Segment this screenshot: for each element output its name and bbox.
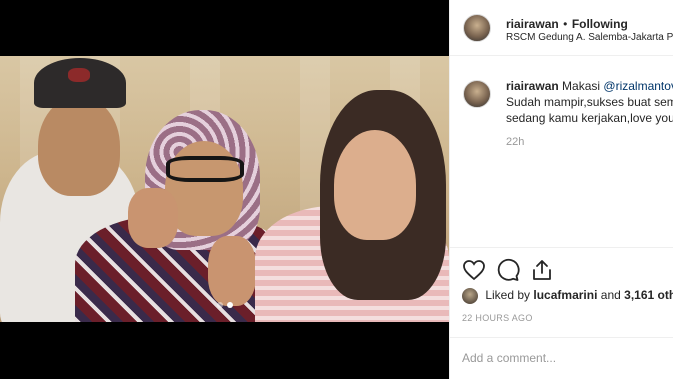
comment-time: 22h — [506, 136, 525, 148]
caption-line-3: sedang kamu kerjakan,love you 😊 — [506, 110, 673, 126]
caption-text: Makasi — [562, 79, 601, 93]
cap-logo — [68, 68, 90, 82]
heart-icon[interactable] — [462, 258, 486, 282]
post-photo[interactable] — [0, 56, 449, 322]
black-cap — [34, 58, 126, 108]
mention-link[interactable]: @rizalmantova — [603, 79, 673, 93]
author-username[interactable]: riairawan — [506, 17, 559, 31]
add-comment-bar — [450, 337, 673, 379]
smiling-woman-face — [334, 130, 416, 240]
man-face — [38, 96, 120, 196]
liked-by-label: Liked by — [485, 288, 531, 303]
commenter-username[interactable]: riairawan — [506, 79, 559, 93]
pointing-hand — [208, 236, 256, 306]
following-button[interactable]: Following — [572, 17, 628, 31]
caption-line-3-text: sedang kamu kerjakan,love you — [506, 111, 673, 125]
comment-bubble-icon[interactable] — [496, 258, 520, 282]
commenter-avatar[interactable] — [463, 80, 491, 108]
separator-bullet: • — [563, 17, 568, 31]
post-header: riairawan • Following RSCM Gedung A. Sal… — [450, 0, 673, 56]
location-link[interactable]: RSCM Gedung A. Salemba-Jakarta Pus — [506, 32, 673, 43]
carousel-indicator — [0, 302, 449, 308]
likes-conjunction: and — [600, 288, 621, 303]
raised-hand — [128, 188, 178, 248]
likes-summary: Liked by lucafmarini and 3,161 othe — [462, 288, 673, 304]
share-icon[interactable] — [530, 258, 554, 282]
liker-username[interactable]: lucafmarini — [533, 288, 597, 302]
caption-line-2: Sudah mampir,sukses buat semu — [506, 95, 673, 109]
liker-avatar — [462, 288, 478, 304]
post-media-area — [0, 0, 449, 379]
post-side-panel: riairawan • Following RSCM Gedung A. Sal… — [449, 0, 673, 379]
header-title-row: riairawan • Following — [506, 15, 628, 33]
eyeglasses — [166, 156, 244, 182]
caption-line-1: riairawan Makasi @rizalmantova — [506, 78, 673, 94]
comment-input[interactable] — [462, 348, 662, 368]
carousel-dot-active[interactable] — [226, 302, 233, 308]
action-bar — [450, 247, 673, 287]
carousel-dot[interactable] — [216, 302, 223, 308]
others-count[interactable]: 3,161 othe — [624, 288, 673, 302]
author-avatar[interactable] — [463, 14, 491, 42]
post-timestamp: 22 HOURS AGO — [462, 313, 533, 323]
